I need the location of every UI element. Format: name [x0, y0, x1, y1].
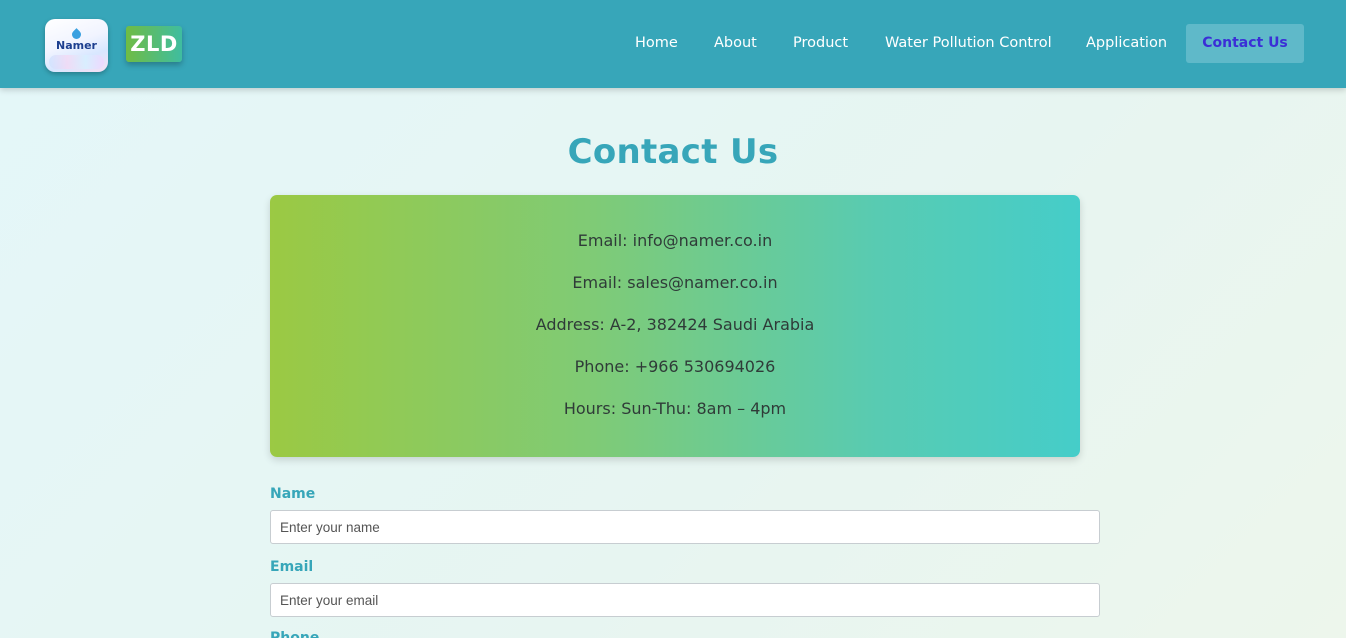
- name-field-label: Name: [270, 486, 316, 502]
- nav-contact-us-button[interactable]: Contact Us: [1186, 24, 1304, 63]
- info-email-sales: Email: sales@namer.co.in: [572, 273, 778, 292]
- info-hours: Hours: Sun-Thu: 8am – 4pm: [563, 399, 787, 418]
- navbar: Namer ZLD Home About Product Water Pollu…: [0, 0, 1346, 88]
- name-input[interactable]: [270, 510, 1100, 544]
- page-title: Contact Us: [567, 132, 779, 172]
- zld-logo-badge[interactable]: ZLD: [126, 26, 182, 62]
- phone-field-label: Phone: [270, 630, 320, 638]
- nav-product-link[interactable]: Product: [793, 24, 848, 62]
- nav-home-link[interactable]: Home: [635, 24, 678, 62]
- email-field-label: Email: [270, 559, 314, 575]
- nav-about-link[interactable]: About: [714, 24, 757, 62]
- info-email-primary: Email: info@namer.co.in: [577, 231, 773, 250]
- contact-info-card: Email: info@namer.co.in Email: sales@nam…: [270, 195, 1080, 457]
- namer-logo-text: Namer: [56, 39, 97, 52]
- nav-application-link[interactable]: Application: [1086, 24, 1167, 62]
- info-phone: Phone: +966 530694026: [574, 357, 776, 376]
- logo-shine-decoration: [49, 55, 104, 69]
- info-address: Address: A-2, 382424 Saudi Arabia: [535, 315, 815, 334]
- nav-water-pollution-control-link[interactable]: Water Pollution Control: [885, 24, 1052, 62]
- email-input[interactable]: [270, 583, 1100, 617]
- namer-logo[interactable]: Namer: [45, 19, 108, 72]
